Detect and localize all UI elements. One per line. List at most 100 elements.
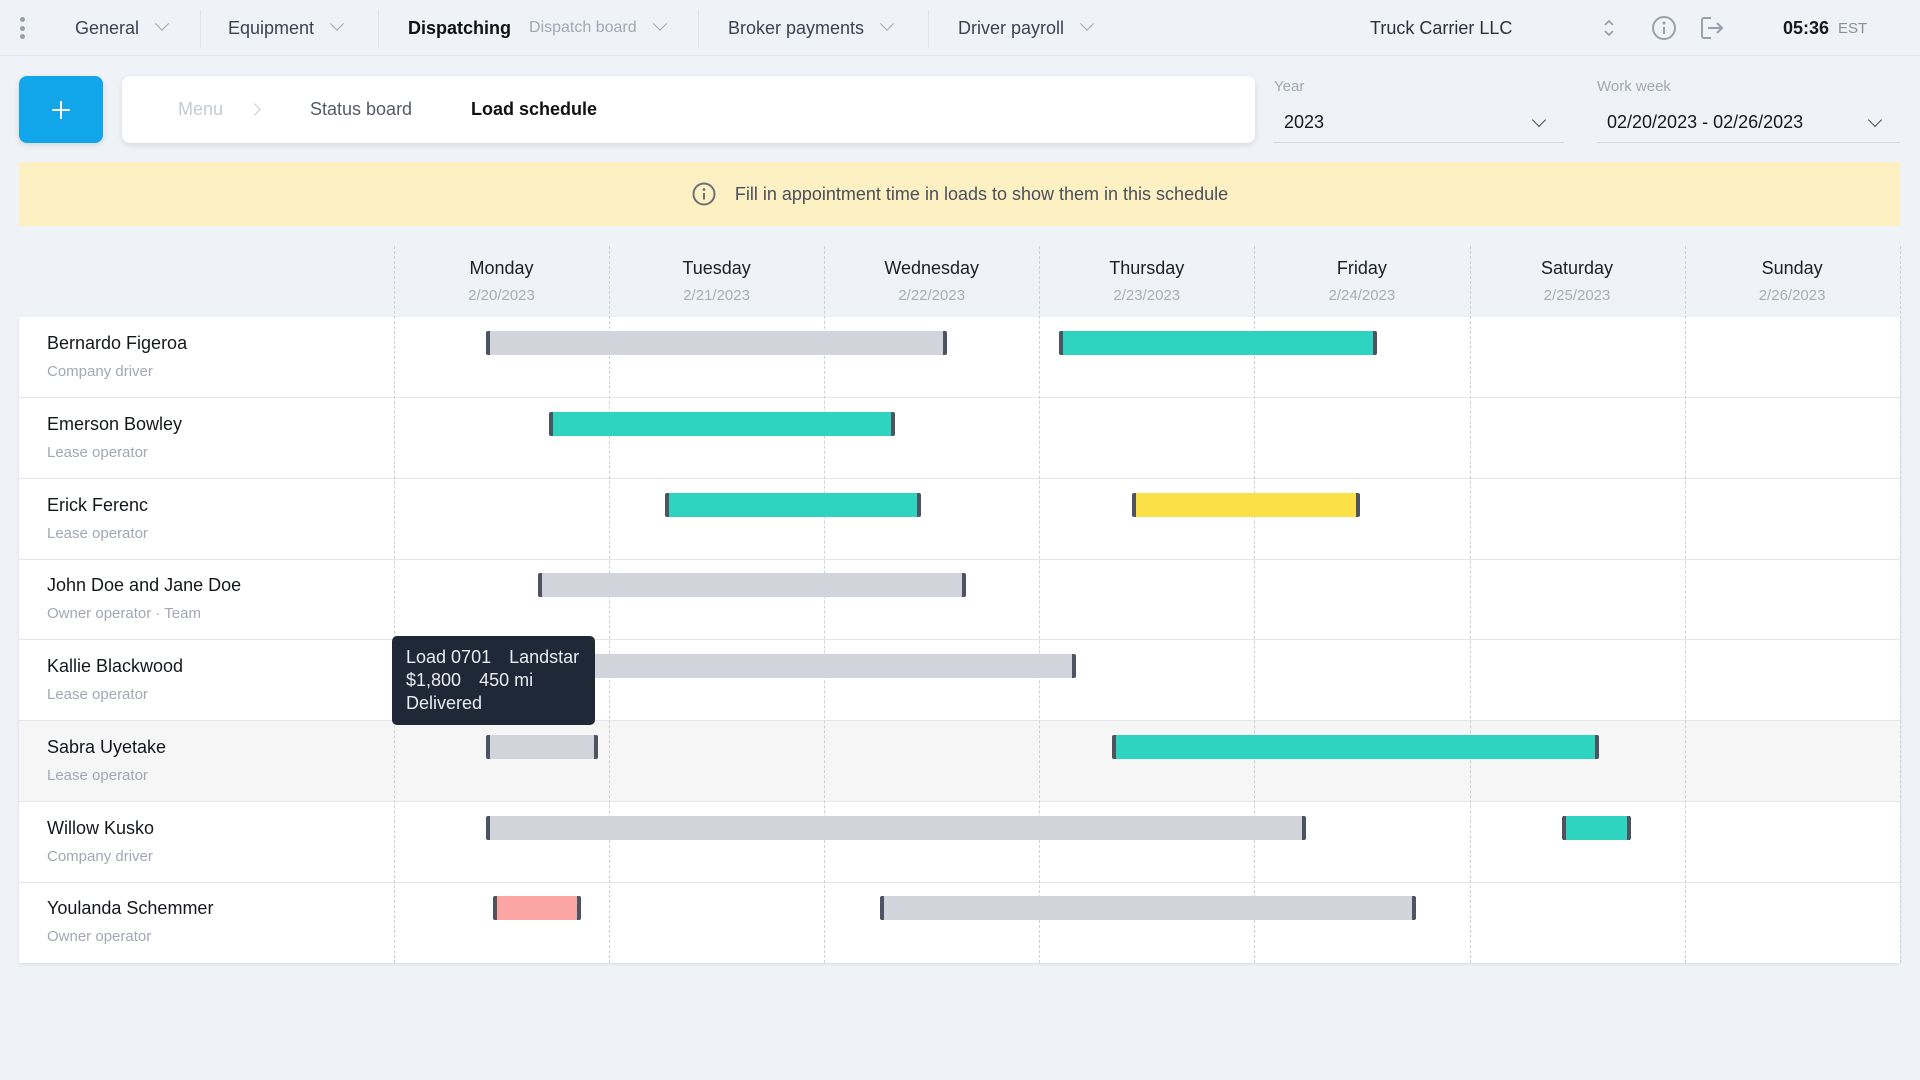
nav-general[interactable]: General (75, 0, 170, 56)
nav-equipment[interactable]: Equipment (228, 0, 345, 56)
load-bar-yellow[interactable] (1131, 492, 1360, 517)
day-grid-line (1684, 246, 1686, 963)
year-select[interactable]: 2023 (1274, 108, 1564, 143)
driver-cell[interactable]: John Doe and Jane Doe Owner operator · Te… (47, 575, 241, 622)
tooltip-distance: 450 mi (479, 670, 534, 690)
year-value: 2023 (1284, 112, 1325, 132)
day-grid-line (394, 246, 395, 963)
schedule-board: Bernardo Figeroa Company driver Emerson Bo… (19, 317, 1900, 963)
nav-divider (378, 10, 379, 48)
tooltip-broker: Landstar (509, 647, 580, 667)
day-grid-line (1039, 246, 1041, 963)
driver-cell[interactable]: Kallie Blackwood Lease operator (47, 656, 183, 703)
load-tooltip: Load 0701 Landstar $1,800 450 mi Delivered (392, 636, 595, 725)
load-bar-teal[interactable] (1561, 815, 1631, 840)
day-date: 2/24/2023 (1328, 287, 1396, 304)
clock-time: 05:36 (1783, 17, 1830, 38)
day-date: 2/23/2023 (1113, 287, 1181, 304)
work-week-value: 02/20/2023 - 02/26/2023 (1607, 112, 1804, 132)
driver-cell[interactable]: Sabra Uyetake Lease operator (47, 737, 166, 784)
sort-updown-icon[interactable] (1602, 16, 1616, 40)
load-bar-red[interactable] (492, 896, 582, 921)
nav-broker-payments-label: Broker payments (728, 17, 865, 38)
driver-type: Lease operator (47, 686, 148, 703)
driver-cell[interactable]: Youlanda Schemmer Owner operator (47, 898, 213, 945)
day-date: 2/25/2023 (1543, 287, 1611, 304)
day-header-wednesday: Wednesday 2/22/2023 (824, 246, 1039, 316)
day-name: Sunday (1761, 258, 1823, 278)
day-name: Wednesday (884, 258, 980, 278)
year-field: Year 2023 (1274, 78, 1564, 143)
day-header-friday: Friday 2/24/2023 (1254, 246, 1469, 316)
day-header-saturday: Saturday 2/25/2023 (1470, 246, 1685, 316)
day-date: 2/22/2023 (898, 287, 966, 304)
logout-icon[interactable] (1698, 14, 1726, 42)
load-bar-gray[interactable] (880, 896, 1416, 921)
load-bar-gray[interactable] (486, 734, 599, 759)
driver-row: Emerson Bowley Lease operator (19, 398, 1900, 479)
day-name: Monday (469, 258, 534, 278)
driver-name: Sabra Uyetake (47, 736, 167, 757)
driver-cell[interactable]: Bernardo Figeroa Company driver (47, 333, 187, 380)
day-header-tuesday: Tuesday 2/21/2023 (609, 246, 824, 316)
driver-type: Lease operator (47, 524, 148, 542)
driver-cell[interactable]: Erick Ferenc Lease operator (47, 495, 148, 542)
clock: 05:36 EST (1783, 0, 1867, 56)
nav-divider (200, 10, 201, 48)
nav-dispatching[interactable]: Dispatching Dispatch board (408, 0, 667, 56)
load-bar-gray[interactable] (538, 573, 967, 598)
load-bar-teal[interactable] (1058, 331, 1377, 355)
driver-type: Company driver (47, 363, 153, 380)
driver-name: Willow Kusko (47, 817, 155, 838)
driver-name: Bernardo Figeroa (47, 333, 188, 353)
kebab-menu-icon[interactable] (18, 17, 26, 39)
plus-icon (52, 100, 70, 119)
load-bar-gray[interactable] (486, 815, 1306, 840)
driver-cell[interactable]: Willow Kusko Company driver (47, 818, 154, 865)
chevron-down-icon (1531, 112, 1547, 128)
day-name: Saturday (1540, 258, 1614, 278)
tooltip-status: Delivered (406, 693, 483, 713)
add-button[interactable] (19, 76, 103, 143)
load-bar-teal[interactable] (665, 492, 921, 517)
driver-type: Owner operator (47, 928, 152, 946)
driver-row: John Doe and Jane Doe Owner operator · Te… (19, 559, 1900, 641)
nav-driver-payroll[interactable]: Driver payroll (958, 0, 1095, 56)
company-switcher[interactable]: Truck Carrier LLC (1370, 0, 1512, 56)
work-week-field: Work week 02/20/2023 - 02/26/2023 (1597, 78, 1900, 143)
nav-dispatching-label: Dispatching (408, 17, 512, 38)
load-bar-teal[interactable] (1112, 734, 1599, 759)
info-icon[interactable] (1650, 14, 1678, 42)
nav-driver-payroll-label: Driver payroll (958, 17, 1065, 38)
nav-broker-payments[interactable]: Broker payments (728, 0, 895, 56)
chevron-down-icon (154, 16, 170, 31)
driver-name: Youlanda Schemmer (47, 898, 214, 919)
work-week-select[interactable]: 02/20/2023 - 02/26/2023 (1597, 108, 1900, 143)
driver-row: Willow Kusko Company driver (19, 802, 1900, 883)
breadcrumb: Menu Status board Load schedule (122, 76, 1255, 143)
info-icon (692, 182, 716, 206)
day-grid-line (1469, 246, 1471, 963)
chevron-down-icon (879, 16, 895, 31)
driver-cell[interactable]: Emerson Bowley Lease operator (47, 414, 182, 461)
banner-text: Fill in appointment time in loads to sho… (734, 183, 1229, 204)
nav-divider (698, 10, 699, 48)
day-name: Friday (1336, 258, 1387, 278)
work-week-label: Work week (1597, 78, 1671, 95)
load-bar-gray[interactable] (486, 331, 947, 355)
driver-row: Erick Ferenc Lease operator (19, 479, 1900, 560)
day-name: Thursday (1109, 258, 1185, 278)
chevron-down-icon (652, 16, 667, 31)
nav-dispatching-sublabel: Dispatch board (529, 19, 637, 36)
breadcrumb-status-board[interactable]: Status board (310, 99, 412, 120)
nav-divider (928, 10, 929, 48)
chevron-down-icon (329, 16, 345, 31)
driver-name: John Doe and Jane Doe (47, 575, 242, 596)
breadcrumb-load-schedule[interactable]: Load schedule (471, 99, 597, 120)
day-date: 2/21/2023 (683, 287, 750, 304)
driver-type: Owner operator · Team (47, 605, 201, 623)
driver-name: Erick Ferenc (47, 494, 149, 515)
driver-row: Kallie Blackwood Lease operator (19, 640, 1900, 721)
breadcrumb-menu[interactable]: Menu (178, 99, 223, 120)
load-bar-teal[interactable] (548, 411, 896, 436)
